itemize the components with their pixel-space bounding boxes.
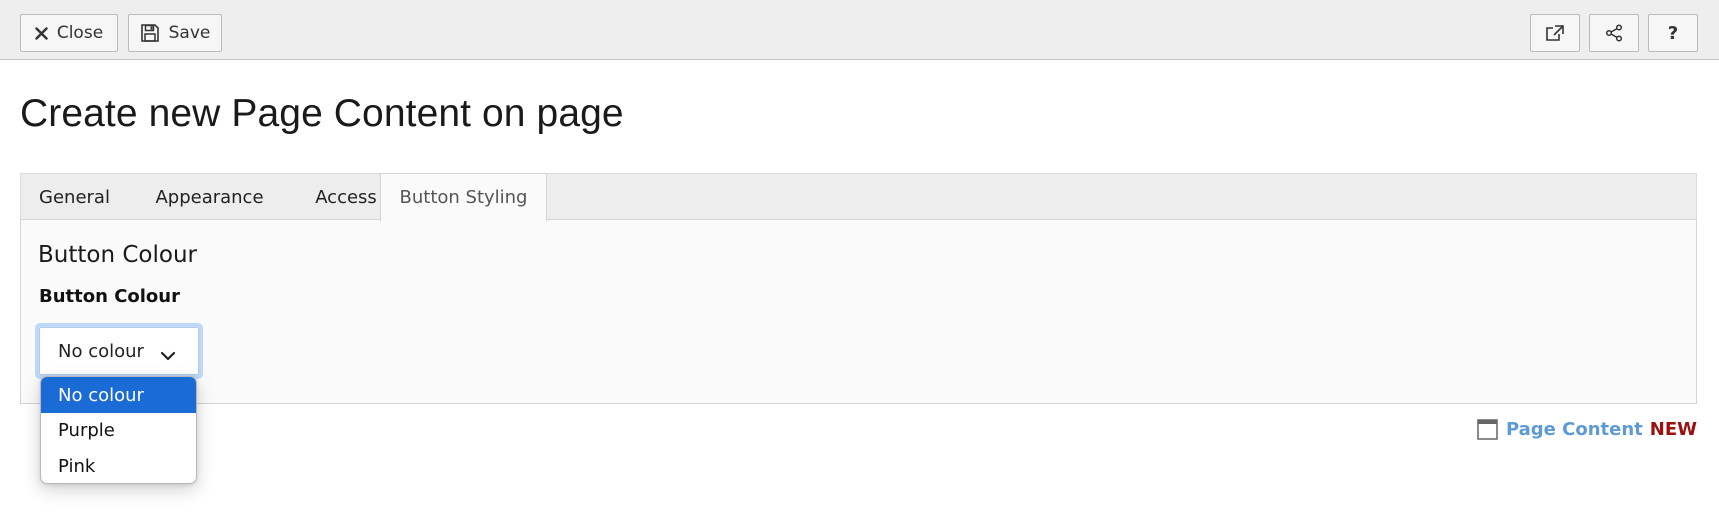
page-title: Create new Page Content on page [20, 92, 624, 135]
tab-general[interactable]: General [21, 174, 128, 221]
tab-button-styling-label: Button Styling [399, 187, 528, 208]
record-state-badge: NEW [1649, 418, 1697, 440]
option-label: Pink [58, 455, 96, 477]
tab-content-panel [20, 219, 1697, 404]
close-button[interactable]: Close [20, 14, 118, 52]
button-colour-options: No colour Purple Pink [40, 376, 197, 484]
top-toolbar: Close Save ? [0, 0, 1719, 60]
save-button[interactable]: Save [128, 14, 222, 52]
button-colour-select[interactable]: No colour [39, 327, 199, 375]
record-info: Page Content NEW [1477, 417, 1697, 441]
tab-button-styling[interactable]: Button Styling [380, 173, 547, 221]
floppy-disk-icon [140, 23, 160, 43]
option-purple[interactable]: Purple [41, 412, 196, 448]
share-icon [1605, 24, 1623, 42]
external-link-icon [1545, 24, 1565, 42]
tab-access-label: Access [315, 187, 377, 208]
save-button-label: Save [168, 23, 211, 43]
option-no-colour[interactable]: No colour [41, 377, 196, 413]
page-window-icon [1477, 418, 1498, 440]
option-pink[interactable]: Pink [41, 448, 196, 483]
option-label: No colour [58, 384, 144, 406]
share-button[interactable] [1589, 14, 1639, 52]
close-x-icon [35, 26, 48, 40]
tab-appearance[interactable]: Appearance [128, 174, 291, 221]
record-type-label: Page Content [1505, 418, 1643, 440]
option-label: Purple [58, 419, 115, 441]
button-colour-label: Button Colour [39, 286, 180, 307]
chevron-down-icon [160, 345, 176, 366]
tab-bar: General Appearance Access Button Styling [20, 173, 1697, 221]
open-in-new-window-button[interactable] [1530, 14, 1580, 52]
select-current-value: No colour [58, 340, 144, 362]
tab-appearance-label: Appearance [155, 187, 264, 208]
help-button[interactable]: ? [1648, 14, 1698, 52]
close-button-label: Close [56, 23, 104, 43]
question-mark-icon: ? [1667, 22, 1679, 44]
tab-general-label: General [39, 187, 110, 208]
section-heading: Button Colour [38, 242, 197, 268]
